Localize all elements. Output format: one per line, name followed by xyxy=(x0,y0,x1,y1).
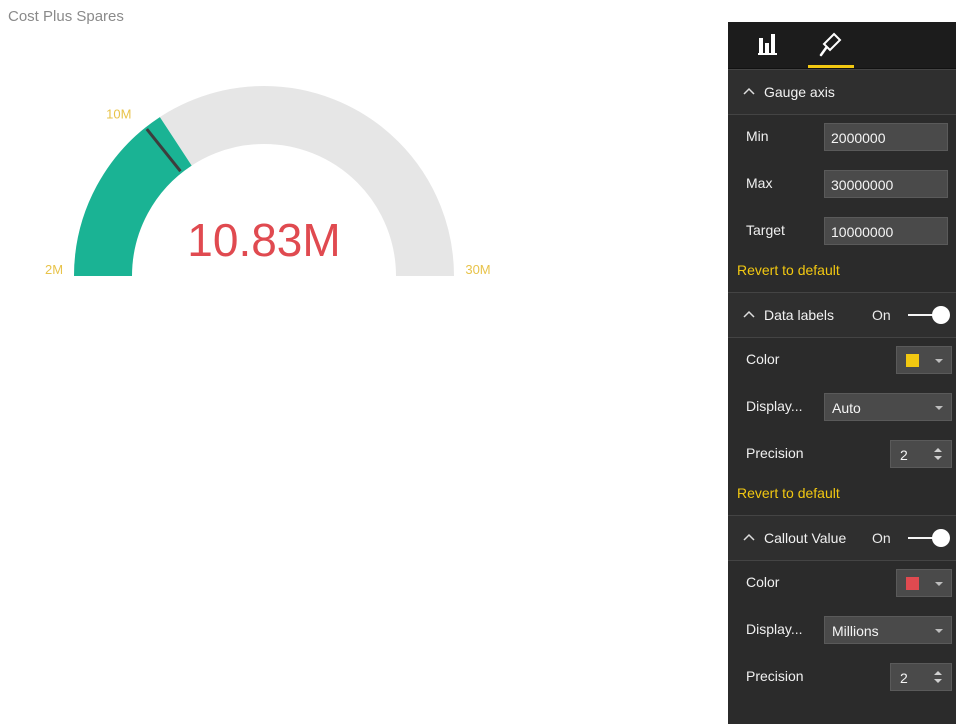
bar-chart-icon xyxy=(758,34,777,55)
callout-precision-stepper[interactable]: 2 xyxy=(890,663,952,691)
data-labels-toggle[interactable] xyxy=(908,306,952,324)
stepper-value: 2 xyxy=(900,447,908,463)
target-input[interactable]: 10000000 xyxy=(824,217,948,245)
callout-value-state: On xyxy=(872,530,891,546)
select-value: Auto xyxy=(832,400,861,416)
callout-color-row: Color xyxy=(728,561,956,608)
precision-label: Precision xyxy=(746,445,804,461)
min-row: Min 2000000 xyxy=(728,115,956,162)
callout-precision-row: Precision 2 xyxy=(728,655,956,702)
callout-color-picker[interactable] xyxy=(896,569,952,597)
chevron-down-icon xyxy=(935,406,943,410)
gauge-axis-revert-link[interactable]: Revert to default xyxy=(728,256,956,292)
gauge-min-label: 2M xyxy=(45,262,63,277)
data-labels-color-row: Color xyxy=(728,338,956,385)
chevron-up-icon xyxy=(743,310,755,318)
data-labels-precision-row: Precision 2 xyxy=(728,432,956,479)
data-labels-precision-stepper[interactable]: 2 xyxy=(890,440,952,468)
gauge-axis-title: Gauge axis xyxy=(764,84,835,100)
data-labels-section-header[interactable]: Data labels On xyxy=(728,292,956,338)
gauge-axis-section-header[interactable]: Gauge axis xyxy=(728,69,956,115)
color-label: Color xyxy=(746,351,780,367)
spinner-arrows-icon xyxy=(934,448,942,460)
color-swatch xyxy=(906,354,919,367)
gauge-max-label: 30M xyxy=(465,262,490,277)
color-swatch xyxy=(906,577,919,590)
chevron-down-icon xyxy=(935,359,943,363)
callout-value: 10.83M xyxy=(187,214,340,266)
max-input[interactable]: 30000000 xyxy=(824,170,948,198)
callout-value-section-header[interactable]: Callout Value On xyxy=(728,515,956,561)
target-label: Target xyxy=(746,222,785,238)
callout-display-units-select[interactable]: Millions xyxy=(824,616,952,644)
pane-tabs xyxy=(728,22,956,69)
data-labels-title: Data labels xyxy=(764,307,835,323)
display-units-label: Display... xyxy=(746,621,803,637)
data-labels-color-picker[interactable] xyxy=(896,346,952,374)
data-labels-revert-link[interactable]: Revert to default xyxy=(728,479,956,515)
target-row: Target 10000000 xyxy=(728,209,956,256)
spinner-arrows-icon xyxy=(934,671,942,683)
gauge-target-label: 10M xyxy=(106,107,131,122)
select-value: Millions xyxy=(832,623,879,639)
gauge-chart[interactable]: 10.83M 2M 30M 10M xyxy=(0,0,720,724)
data-labels-state: On xyxy=(872,307,891,323)
precision-label: Precision xyxy=(746,668,804,684)
toggle-knob xyxy=(932,306,950,324)
chevron-up-icon xyxy=(743,87,755,95)
max-label: Max xyxy=(746,175,773,191)
callout-value-title: Callout Value xyxy=(764,530,847,546)
chevron-down-icon xyxy=(935,582,943,586)
max-row: Max 30000000 xyxy=(728,162,956,209)
data-labels-display-units-select[interactable]: Auto xyxy=(824,393,952,421)
fields-tab[interactable] xyxy=(754,30,784,60)
min-label: Min xyxy=(746,128,769,144)
stepper-value: 2 xyxy=(900,670,908,686)
chevron-down-icon xyxy=(935,629,943,633)
paint-roller-icon xyxy=(819,32,842,57)
color-label: Color xyxy=(746,574,780,590)
callout-display-row: Display... Millions xyxy=(728,608,956,655)
callout-value-toggle[interactable] xyxy=(908,529,952,547)
min-input[interactable]: 2000000 xyxy=(824,123,948,151)
gauge-fill xyxy=(74,117,193,277)
format-pane: Gauge axis Min 2000000 Max 30000000 Targ… xyxy=(728,22,956,724)
data-labels-display-row: Display... Auto xyxy=(728,385,956,432)
format-tab[interactable] xyxy=(816,30,846,60)
chevron-up-icon xyxy=(743,533,755,541)
display-units-label: Display... xyxy=(746,398,803,414)
active-tab-indicator xyxy=(808,65,854,68)
toggle-knob xyxy=(932,529,950,547)
